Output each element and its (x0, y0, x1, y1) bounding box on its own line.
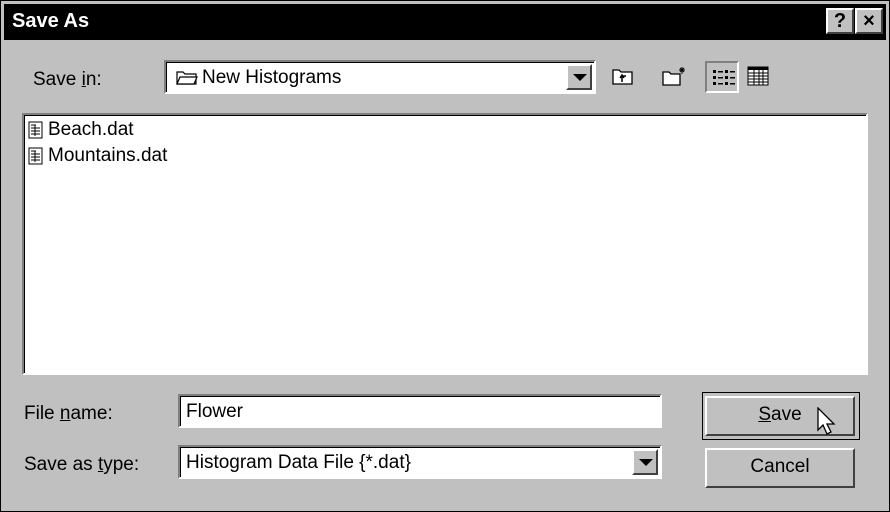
cancel-button-label: Cancel (750, 456, 810, 477)
help-button[interactable]: ? (826, 8, 854, 34)
create-new-folder-button[interactable] (657, 61, 691, 93)
save-in-value: New Histograms (202, 67, 342, 88)
save-as-dialog: Save As ? × Save in: New Histograms Beac… (0, 0, 890, 512)
save-as-type-label: Save as type: (24, 454, 139, 476)
data-file-icon (28, 147, 43, 165)
save-in-label-post: n: (85, 69, 102, 90)
data-file-icon (28, 121, 43, 139)
dialog-title: Save As (12, 10, 90, 32)
file-name-label-key: n (59, 403, 71, 424)
file-name-label-post: ame: (70, 403, 113, 424)
save-in-dropdown-button[interactable] (566, 64, 592, 90)
save-as-type-combo[interactable]: Histogram Data File {*.dat} (178, 445, 662, 479)
file-name-label: File name: (24, 403, 113, 425)
save-in-label: Save in: (33, 69, 102, 91)
save-as-type-value: Histogram Data File {*.dat} (186, 452, 411, 473)
file-list[interactable]: Beach.dat Mountains.dat (22, 113, 868, 375)
save-in-combo[interactable]: New Histograms (164, 60, 596, 94)
save-in-label-pre: Save (33, 69, 82, 90)
list-view-button[interactable] (705, 61, 739, 93)
up-one-level-button[interactable] (607, 61, 641, 93)
save-button-label: ave (771, 404, 802, 425)
save-as-type-label-pre: Save as (24, 454, 98, 475)
save-button-key: S (758, 404, 772, 425)
close-button[interactable]: × (855, 8, 883, 34)
title-bar[interactable]: Save As ? × (4, 4, 886, 40)
create-new-folder-icon (662, 67, 685, 86)
close-icon: × (863, 10, 875, 32)
file-name: Mountains.dat (48, 145, 168, 166)
details-view-button[interactable] (741, 61, 775, 93)
details-view-icon (747, 66, 769, 86)
up-one-level-icon (612, 69, 633, 85)
file-name-input[interactable]: Flower (178, 394, 662, 428)
file-name-value: Flower (186, 401, 244, 422)
list-view-icon (713, 70, 735, 85)
cancel-button[interactable]: Cancel (705, 448, 855, 488)
folder-icon (176, 71, 198, 85)
file-name-label-pre: File (24, 403, 60, 424)
save-as-type-label-post: ype: (103, 454, 140, 475)
help-icon: ? (833, 10, 847, 32)
mouse-pointer-icon (817, 407, 836, 435)
save-as-type-dropdown-button[interactable] (632, 449, 658, 475)
file-name: Beach.dat (48, 119, 134, 140)
